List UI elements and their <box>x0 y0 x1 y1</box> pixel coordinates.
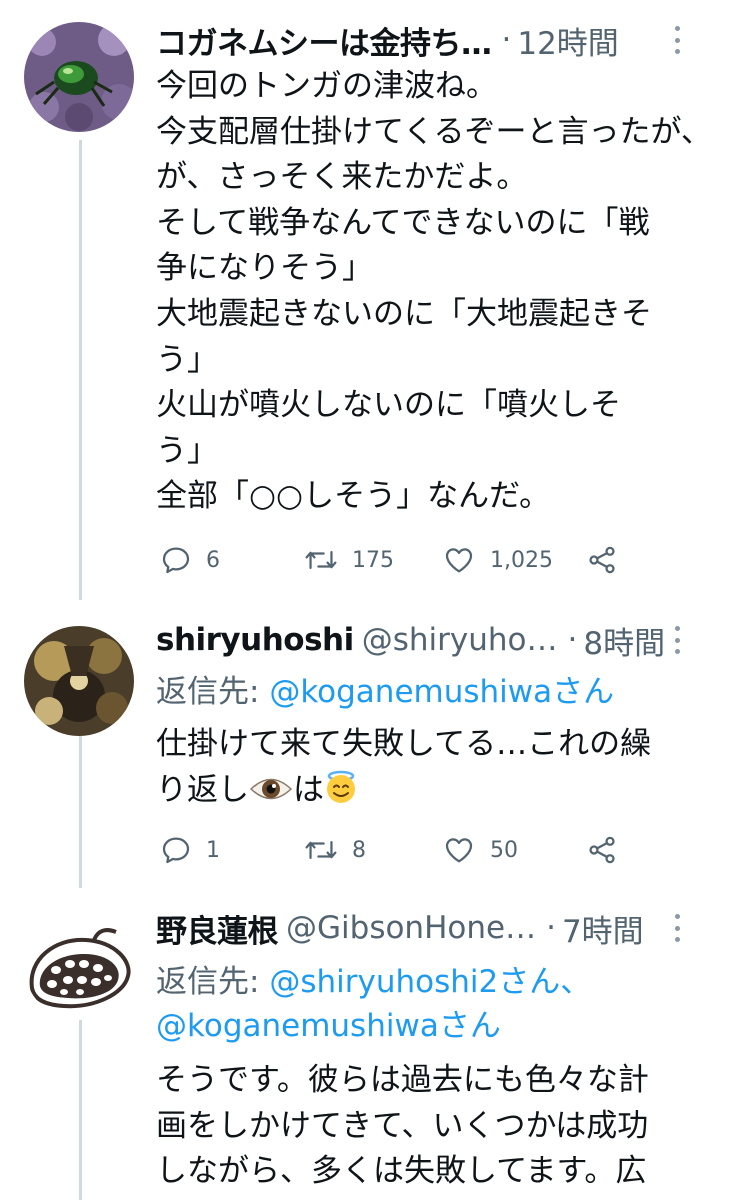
timestamp[interactable]: 12時間 <box>517 18 618 63</box>
share-icon <box>589 836 615 864</box>
display-name[interactable]: 野良蓮根 <box>156 906 279 951</box>
tweet-text: そうです。彼らは過去にも色々な計 画をしかけてきて、いくつかは成功 しながら、多… <box>156 1058 716 1195</box>
replying-to: 返信先: @shiryuhoshi2さん、 @koganemushiwaさん <box>156 960 591 1048</box>
display-name[interactable]: shiryuhoshi <box>156 622 354 658</box>
beetle-avatar-image <box>24 22 134 132</box>
tweet-text: 今回のトンガの津波ね。 今支配層仕掛けてくるぞーと言ったが、 が、さっそく来たか… <box>156 64 716 520</box>
reply-button[interactable]: 6 <box>160 538 220 582</box>
halo-smile-emoji <box>324 770 358 818</box>
retweet-count: 8 <box>352 837 366 863</box>
eye-emoji <box>249 772 293 818</box>
tweet-header: shiryuhoshi @shiryuho… · 8時間 <box>156 618 711 662</box>
text-line: 火山が噴火しないのに「噴火しそ <box>156 387 621 424</box>
retweet-count: 175 <box>352 547 394 573</box>
like-button[interactable]: 1,025 <box>442 538 553 582</box>
text-line: しながら、多くは失敗してます。広 <box>156 1153 647 1190</box>
like-icon <box>445 838 473 863</box>
tweet[interactable]: 野良蓮根 @GibsonHone… · 7時間 返信先: @shiryuhosh… <box>0 890 731 1200</box>
tweet-header: コガネムシーは金持ち… · 12時間 <box>156 18 711 62</box>
text-line: 大地震起きないのに「大地震起きそ <box>156 295 652 332</box>
like-button[interactable]: 50 <box>442 828 518 872</box>
avatar[interactable] <box>24 910 134 1020</box>
lotus-root-avatar-image <box>24 910 134 1020</box>
timestamp[interactable]: 7時間 <box>562 906 644 951</box>
text-line: う」 <box>156 432 218 469</box>
tweet-actions: 1 8 50 <box>156 828 636 872</box>
text-line: 争になりそう」 <box>156 250 373 287</box>
retweet-button[interactable]: 175 <box>304 538 394 582</box>
reply-button[interactable]: 1 <box>160 828 220 872</box>
share-icon <box>589 546 615 574</box>
retweet-icon <box>305 551 337 569</box>
separator-dot: · <box>546 910 556 946</box>
like-count: 50 <box>490 837 518 863</box>
separator-dot: · <box>501 22 512 58</box>
avatar[interactable] <box>24 626 134 736</box>
replying-to: 返信先: @koganemushiwaさん <box>156 670 614 714</box>
tweet[interactable]: コガネムシーは金持ち… · 12時間 今回のトンガの津波ね。 今支配層仕掛けてく… <box>0 0 731 600</box>
replying-to-label: 返信先: <box>156 964 270 1000</box>
reply-icon <box>162 837 190 864</box>
text-fragment: り返し <box>156 771 249 808</box>
reply-icon <box>162 547 190 574</box>
text-fragment: は <box>293 771 324 808</box>
tweet[interactable]: shiryuhoshi @shiryuho… · 8時間 返信先: @kogan… <box>0 600 731 890</box>
share-button[interactable] <box>586 538 618 582</box>
text-line: が、さっそく来たかだよ。 <box>156 159 528 196</box>
timestamp[interactable]: 8時間 <box>583 618 665 663</box>
tweet-actions: 6 175 1,025 <box>156 538 636 582</box>
like-icon <box>445 548 473 573</box>
avatar-image <box>24 626 134 736</box>
more-icon[interactable] <box>673 914 681 942</box>
share-button[interactable] <box>586 828 618 872</box>
mention-link[interactable]: @koganemushiwaさん <box>156 1008 501 1044</box>
text-line: り返し は <box>156 768 716 818</box>
text-line: 全部「○○しそう」なんだ。 <box>156 478 551 515</box>
text-line: そうです。彼らは過去にも色々な計 <box>156 1062 649 1098</box>
reply-count: 1 <box>206 837 220 863</box>
retweet-button[interactable]: 8 <box>304 828 366 872</box>
reply-count: 6 <box>206 547 220 573</box>
tweet-text: 仕掛けて来て失敗してる…これの繰 り返し は <box>156 722 716 817</box>
text-line: そして戦争なんてできないのに「戦 <box>156 204 650 241</box>
separator-dot: · <box>567 622 578 658</box>
mention-link[interactable]: @koganemushiwaさん <box>269 674 614 710</box>
text-line: 画をしかけてきて、いくつかは成功 <box>156 1107 649 1144</box>
text-line: 今支配層仕掛けてくるぞーと言ったが、 <box>156 113 712 150</box>
text-line: 仕掛けて来て失敗してる…これの繰 <box>156 726 652 762</box>
mention-link[interactable]: @shiryuhoshi2さん、 <box>269 964 591 1000</box>
more-icon[interactable] <box>673 26 681 54</box>
retweet-icon <box>305 841 337 859</box>
username[interactable]: @GibsonHone… <box>286 910 536 946</box>
avatar[interactable] <box>24 22 134 132</box>
like-count: 1,025 <box>490 547 553 573</box>
text-line: う」 <box>156 341 218 378</box>
text-line: 今回のトンガの津波ね。 <box>156 68 497 104</box>
display-name[interactable]: コガネムシーは金持ち… <box>156 18 492 63</box>
tweet-header: 野良蓮根 @GibsonHone… · 7時間 <box>156 906 711 950</box>
more-icon[interactable] <box>673 626 681 654</box>
replying-to-label: 返信先: <box>156 674 270 710</box>
username[interactable]: @shiryuho… <box>362 622 558 658</box>
